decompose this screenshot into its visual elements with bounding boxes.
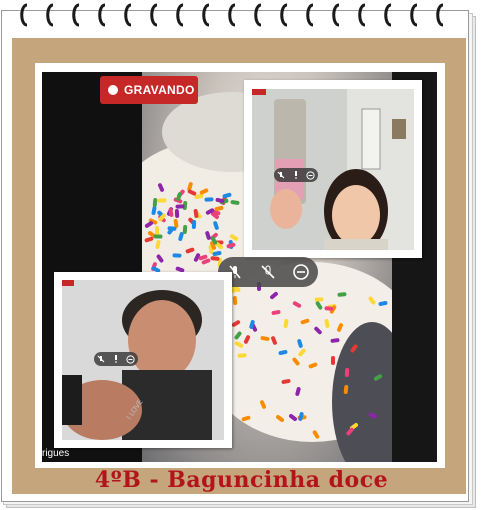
sprinkle [331,355,336,365]
spiral-ring [200,2,212,28]
spiral-ring [408,2,420,28]
video-off-icon[interactable] [257,261,279,283]
participant-name-tag: rigues [42,448,70,459]
sprinkle [152,234,163,239]
sprinkle [175,204,185,209]
spiral-ring [226,2,238,28]
participant-image-woman: I LOVE [62,280,224,440]
mic-off-icon[interactable] [96,354,106,364]
sprinkle [211,250,222,256]
spiral-ring [278,2,290,28]
thumbnail-controls-bottom-left [94,352,138,366]
sprinkle [280,378,291,384]
record-dot-icon [108,85,118,95]
sprinkle [324,306,334,311]
sprinkle [330,337,340,343]
remove-icon[interactable] [126,354,136,364]
spiral-ring [382,2,394,28]
spiral-ring [96,2,108,28]
spiral-ring [330,2,342,28]
photo-caption: 4ºB - Baguncinha doce [94,467,389,493]
spiral-ring [252,2,264,28]
spiral-ring [356,2,368,28]
sprinkle [232,296,238,306]
remove-icon[interactable] [306,170,316,180]
participant-video-bottom-left[interactable]: I LOVE [62,280,224,440]
spiral-ring [148,2,160,28]
mic-icon[interactable] [291,170,301,180]
sprinkle [191,219,196,229]
remove-icon[interactable] [290,261,312,283]
spiral-ring [70,2,82,28]
spiral-ring [18,2,30,28]
recording-label: GRAVANDO [124,83,195,97]
spiral-ring [44,2,56,28]
spiral-ring [174,2,186,28]
spiral-binding [18,0,458,34]
spiral-ring [304,2,316,28]
mic-icon[interactable] [111,354,121,364]
sprinkle [344,367,349,377]
main-video-controls [218,257,318,287]
sprinkle [337,291,347,297]
mic-off-icon[interactable] [276,170,286,180]
recording-badge: GRAVANDO [100,76,198,104]
spiral-ring [434,2,446,28]
spiral-ring [122,2,134,28]
thumbnail-controls-top-right [274,168,318,182]
